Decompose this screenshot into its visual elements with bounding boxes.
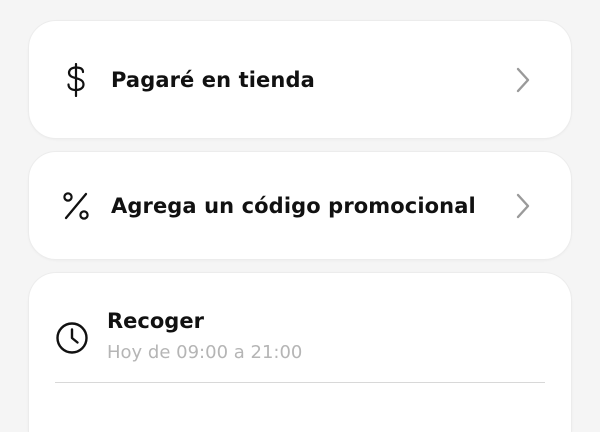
divider: [55, 382, 545, 383]
chevron-right-icon: [513, 192, 533, 220]
pickup-title: Recoger: [107, 309, 204, 333]
promo-code-label: Agrega un código promocional: [111, 193, 476, 218]
dollar-icon: [59, 62, 93, 97]
pickup-row[interactable]: Recoger Hoy de 09:00 a 21:00: [29, 273, 571, 363]
payment-method-row[interactable]: Pagaré en tienda: [29, 21, 571, 138]
pickup-text: Recoger Hoy de 09:00 a 21:00: [107, 309, 302, 363]
pickup-card[interactable]: Recoger Hoy de 09:00 a 21:00: [28, 272, 572, 432]
pickup-hours: Hoy de 09:00 a 21:00: [107, 342, 303, 363]
percent-icon: [59, 189, 93, 223]
payment-method-card[interactable]: Pagaré en tienda: [28, 20, 572, 139]
chevron-right-icon: [513, 66, 533, 94]
promo-code-card[interactable]: Agrega un código promocional: [28, 151, 572, 260]
payment-method-label: Pagaré en tienda: [111, 67, 315, 92]
clock-icon: [55, 321, 89, 355]
promo-code-row[interactable]: Agrega un código promocional: [29, 152, 571, 259]
